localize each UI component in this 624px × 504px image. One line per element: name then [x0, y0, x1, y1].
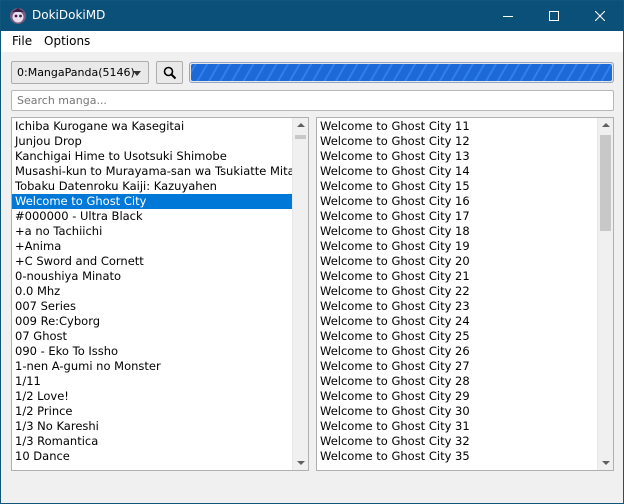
scroll-up-icon[interactable] [297, 123, 305, 127]
chevron-down-icon [133, 71, 141, 76]
manga-list[interactable]: Ichiba Kurogane wa Kasegitai Junjou Drop K… [11, 117, 309, 471]
scroll-down-icon[interactable] [602, 461, 610, 465]
scroll-up-icon[interactable] [602, 123, 610, 127]
app-logo-icon [10, 8, 26, 24]
menu-options[interactable]: Options [44, 34, 90, 48]
minimize-button[interactable] [485, 1, 531, 31]
list-item[interactable]: 007 Series [12, 299, 293, 314]
list-item[interactable]: 07 Ghost [12, 329, 293, 344]
list-item[interactable]: Welcome to Ghost City 21 [317, 269, 598, 284]
progress-fill [191, 64, 612, 81]
list-item[interactable]: 1/2 Prince [12, 404, 293, 419]
list-item[interactable]: Welcome to Ghost City 23 [317, 299, 598, 314]
list-item[interactable]: 009 Re:Cyborg [12, 314, 293, 329]
search-button[interactable] [156, 61, 183, 84]
list-item[interactable]: Junjou Drop [12, 134, 293, 149]
list-item[interactable]: Kanchigai Hime to Usotsuki Shimobe [12, 149, 293, 164]
status-bar [1, 479, 623, 503]
list-item[interactable]: Welcome to Ghost City 31 [317, 419, 598, 434]
list-item[interactable]: 1/2 Love! [12, 389, 293, 404]
list-item[interactable]: Musashi-kun to Murayama-san wa Tsukiatte… [12, 164, 293, 179]
list-item[interactable]: Welcome to Ghost City 11 [317, 119, 598, 134]
close-icon [595, 11, 605, 21]
title-bar[interactable]: DokiDokiMD [1, 1, 623, 31]
list-item[interactable]: Welcome to Ghost City 12 [317, 134, 598, 149]
list-item[interactable]: +a no Tachiichi [12, 224, 293, 239]
list-item[interactable]: +Anima [12, 239, 293, 254]
scroll-down-icon[interactable] [297, 461, 305, 465]
list-item[interactable]: 1/11 [12, 374, 293, 389]
list-item[interactable]: Welcome to Ghost City 29 [317, 389, 598, 404]
menu-bar: File Options [1, 31, 623, 52]
list-item[interactable]: Welcome to Ghost City 20 [317, 254, 598, 269]
list-item[interactable]: 10 Dance [12, 449, 293, 464]
list-item[interactable]: Welcome to Ghost City 25 [317, 329, 598, 344]
maximize-icon [549, 11, 559, 21]
list-item[interactable]: 1/3 Romantica [12, 434, 293, 449]
scrollbar-thumb[interactable] [295, 135, 306, 139]
list-item[interactable]: Welcome to Ghost City 32 [317, 434, 598, 449]
manga-list-scrollbar[interactable] [292, 118, 308, 470]
source-select[interactable]: 0:MangaPanda(5146) [11, 61, 149, 84]
maximize-button[interactable] [531, 1, 577, 31]
list-item[interactable]: Welcome to Ghost City 22 [317, 284, 598, 299]
chapter-list[interactable]: Welcome to Ghost City 11 Welcome to Ghost… [316, 117, 614, 471]
window-title: DokiDokiMD [32, 8, 106, 22]
list-item[interactable]: 1-nen A-gumi no Monster [12, 359, 293, 374]
list-item[interactable]: Welcome to Ghost City 16 [317, 194, 598, 209]
source-select-value: 0:MangaPanda(5146) [17, 66, 135, 79]
list-item[interactable]: Welcome to Ghost City 18 [317, 224, 598, 239]
list-item[interactable]: Welcome to Ghost City 26 [317, 344, 598, 359]
progress-bar [189, 62, 614, 83]
search-icon [163, 66, 177, 80]
close-button[interactable] [577, 1, 623, 31]
list-item[interactable]: Welcome to Ghost City 13 [317, 149, 598, 164]
list-item[interactable]: Welcome to Ghost City 30 [317, 404, 598, 419]
minimize-icon [503, 16, 513, 17]
list-item[interactable]: Welcome to Ghost City 19 [317, 239, 598, 254]
list-item[interactable]: Welcome to Ghost City 27 [317, 359, 598, 374]
list-item[interactable]: #000000 - Ultra Black [12, 209, 293, 224]
list-item[interactable]: Welcome to Ghost City [12, 194, 293, 209]
menu-file[interactable]: File [12, 34, 32, 48]
scrollbar-thumb[interactable] [600, 135, 611, 231]
list-item[interactable]: 1/3 No Kareshi [12, 419, 293, 434]
list-item[interactable]: Welcome to Ghost City 14 [317, 164, 598, 179]
list-item[interactable]: Ichiba Kurogane wa Kasegitai [12, 119, 293, 134]
list-item[interactable]: Welcome to Ghost City 15 [317, 179, 598, 194]
list-item[interactable]: +C Sword and Cornett [12, 254, 293, 269]
list-item[interactable]: Welcome to Ghost City 17 [317, 209, 598, 224]
list-item[interactable]: Tobaku Datenroku Kaiji: Kazuyahen [12, 179, 293, 194]
main-window: DokiDokiMD File Options 0:MangaPanda(514… [0, 0, 624, 504]
list-item[interactable]: Welcome to Ghost City 24 [317, 314, 598, 329]
list-item[interactable]: 0.0 Mhz [12, 284, 293, 299]
list-item[interactable]: Welcome to Ghost City 35 [317, 449, 598, 464]
list-item[interactable]: 090 - Eko To Issho [12, 344, 293, 359]
list-item[interactable]: Welcome to Ghost City 28 [317, 374, 598, 389]
chapter-list-rows: Welcome to Ghost City 11 Welcome to Ghost… [317, 119, 598, 464]
list-item[interactable]: 0-noushiya Minato [12, 269, 293, 284]
manga-list-rows: Ichiba Kurogane wa Kasegitai Junjou Drop K… [12, 119, 293, 464]
search-input[interactable] [11, 90, 614, 111]
chapter-list-scrollbar[interactable] [597, 118, 613, 470]
